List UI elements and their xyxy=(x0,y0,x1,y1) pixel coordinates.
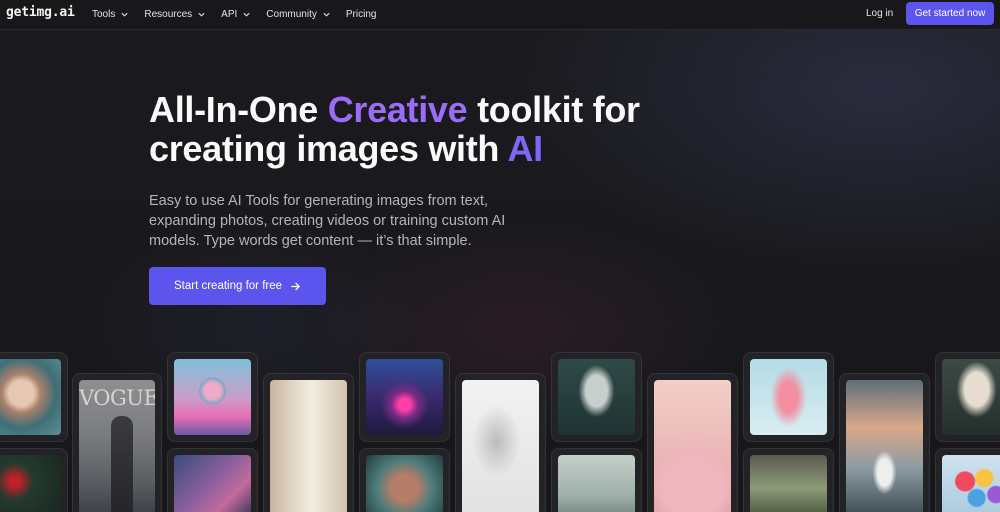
chevron-down-icon xyxy=(243,12,250,17)
chevron-down-icon xyxy=(323,12,330,17)
hero-subtitle: Easy to use AI Tools for generating imag… xyxy=(149,193,506,249)
main-menu: Tools Resources API Community Pricing xyxy=(92,0,391,28)
image-gallery: VOGUE xyxy=(0,0,1000,512)
magazine-cover-text: VOGUE xyxy=(79,386,155,410)
gallery-card[interactable] xyxy=(455,373,546,512)
pink-plush-room-image xyxy=(654,380,731,512)
get-started-button[interactable]: Get started now xyxy=(906,2,994,25)
gallery-card[interactable] xyxy=(0,448,68,512)
menu-item-label: Resources xyxy=(144,8,193,20)
menu-item-pricing[interactable]: Pricing xyxy=(346,9,377,20)
hero-title-accent-creative: Creative xyxy=(327,89,468,130)
sketch-head-image xyxy=(462,380,539,512)
login-link[interactable]: Log in xyxy=(866,8,893,19)
hero-title-accent-ai: AI xyxy=(507,128,543,169)
gallery-card[interactable] xyxy=(743,352,834,442)
portrait-woman-image xyxy=(0,359,61,435)
logo[interactable]: getimg.ai xyxy=(6,5,75,20)
menu-item-resources[interactable]: Resources xyxy=(144,9,206,20)
gallery-card[interactable] xyxy=(839,373,930,512)
gallery-card[interactable] xyxy=(551,448,642,512)
menu-item-tools[interactable]: Tools xyxy=(92,9,129,20)
menu-item-label: Pricing xyxy=(345,8,377,20)
chevron-down-icon xyxy=(198,12,205,17)
glass-sphere-landscape-image xyxy=(174,359,251,435)
gallery-card[interactable] xyxy=(167,352,258,442)
gallery-card[interactable] xyxy=(551,352,642,442)
menu-item-label: Community xyxy=(266,8,317,20)
hero-title-part1: All-In-One xyxy=(149,89,328,130)
gallery-card[interactable] xyxy=(743,448,834,512)
vogue-cover-image: VOGUE xyxy=(79,380,155,512)
painted-face-image xyxy=(366,455,443,512)
gallery-card[interactable]: VOGUE xyxy=(72,373,162,512)
balloons-image xyxy=(942,455,1000,512)
hero-title: All-In-One Creative toolkit for creating… xyxy=(149,90,769,168)
menu-item-label: API xyxy=(221,8,238,20)
gallery-card[interactable] xyxy=(263,373,354,512)
porcelain-robot-image xyxy=(942,359,1000,435)
gallery-card[interactable] xyxy=(0,352,68,442)
cyber-portrait-image xyxy=(0,455,61,512)
misty-figure-image xyxy=(558,455,635,512)
gallery-card[interactable] xyxy=(935,352,1000,442)
menu-item-community[interactable]: Community xyxy=(266,9,331,20)
gallery-card[interactable] xyxy=(935,448,1000,512)
neon-robot-image xyxy=(366,359,443,435)
landing-page: getimg.ai Tools Resources API Community … xyxy=(0,0,1000,512)
gallery-card[interactable] xyxy=(167,448,258,512)
gallery-card[interactable] xyxy=(359,448,450,512)
start-creating-button[interactable]: Start creating for free xyxy=(149,267,326,305)
top-nav: getimg.ai Tools Resources API Community … xyxy=(0,0,1000,30)
astronaut-doorway-image xyxy=(846,380,923,512)
gallery-card[interactable] xyxy=(359,352,450,442)
arrow-right-icon xyxy=(291,282,300,290)
interior-room-image xyxy=(270,380,347,512)
menu-item-label: Tools xyxy=(92,8,116,20)
alien-bust-image xyxy=(558,359,635,435)
menu-item-api[interactable]: API xyxy=(221,9,251,20)
statue-figure-shape xyxy=(111,416,133,512)
greenhouse-ruin-image xyxy=(750,455,827,512)
start-creating-label: Start creating for free xyxy=(173,280,283,292)
neon-portrait-image xyxy=(174,455,251,512)
gallery-card[interactable] xyxy=(647,373,738,512)
glass-figure-image xyxy=(750,359,827,435)
chevron-down-icon xyxy=(121,12,128,17)
